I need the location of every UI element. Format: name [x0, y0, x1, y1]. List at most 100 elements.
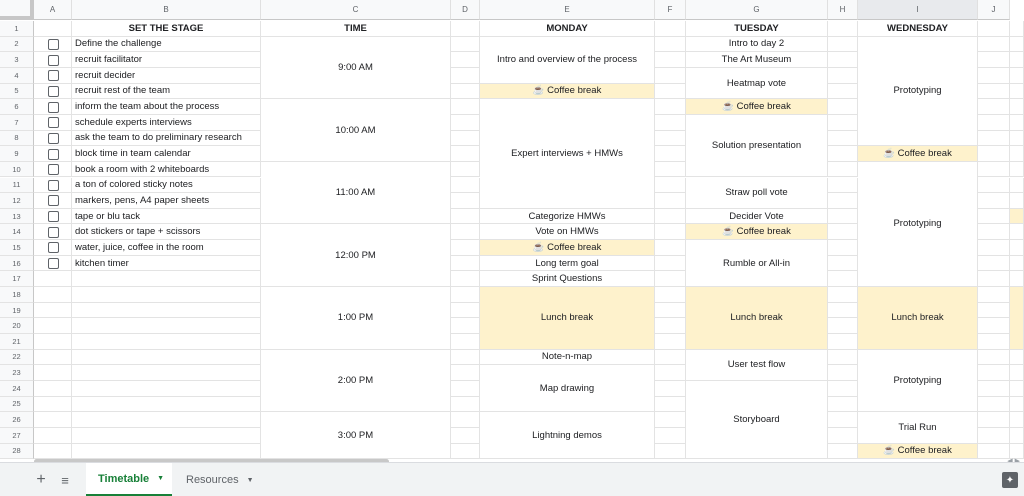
empty-cell[interactable]: [655, 146, 686, 162]
row-header-16[interactable]: 16: [0, 255, 34, 272]
empty-cell[interactable]: [978, 380, 1010, 397]
tuesday-user-test-flow[interactable]: User test flow: [686, 349, 828, 381]
empty-cell[interactable]: [978, 52, 1010, 68]
row-header-24[interactable]: 24: [0, 380, 34, 397]
empty-cell[interactable]: [451, 396, 480, 413]
empty-cell[interactable]: [978, 271, 1010, 288]
row-header-22[interactable]: 22: [0, 349, 34, 366]
empty-cell[interactable]: [828, 287, 858, 303]
checklist-item[interactable]: water, juice, coffee in the room: [72, 240, 261, 256]
empty-cell[interactable]: [451, 349, 480, 366]
empty-cell[interactable]: [1010, 99, 1024, 115]
empty-cell[interactable]: [828, 114, 858, 131]
empty-cell[interactable]: [655, 396, 686, 413]
all-sheets-menu-icon[interactable]: ≡: [54, 463, 76, 496]
checkbox[interactable]: [47, 242, 59, 254]
empty-cell[interactable]: [655, 318, 686, 334]
empty-cell[interactable]: [1010, 21, 1024, 37]
empty-cell[interactable]: [828, 271, 858, 288]
empty-cell[interactable]: [978, 427, 1010, 444]
checklist-item[interactable]: recruit facilitator: [72, 52, 261, 68]
checklist-item[interactable]: ask the team to do preliminary research: [72, 130, 261, 147]
row-header-4[interactable]: 4: [0, 67, 34, 84]
row-header-10[interactable]: 10: [0, 161, 34, 178]
empty-cell[interactable]: [451, 302, 480, 319]
empty-cell[interactable]: [978, 114, 1010, 131]
empty-cell[interactable]: [655, 302, 686, 319]
empty-cell[interactable]: [655, 427, 686, 444]
empty-cell[interactable]: [655, 130, 686, 147]
empty-cell[interactable]: [978, 177, 1010, 194]
checklist-item[interactable]: a ton of colored sticky notes: [72, 177, 261, 194]
empty-cell[interactable]: [451, 130, 480, 147]
empty-cell[interactable]: [655, 161, 686, 178]
empty-cell[interactable]: [34, 365, 72, 381]
empty-cell[interactable]: [655, 208, 686, 225]
tuesday-coffee-break[interactable]: ☕ Coffee break: [686, 99, 828, 115]
add-sheet-button[interactable]: +: [30, 463, 52, 496]
tuesday-lunch-break[interactable]: Lunch break: [686, 287, 828, 350]
row-header-14[interactable]: 14: [0, 224, 34, 241]
empty-cell[interactable]: [72, 302, 261, 319]
row-header-15[interactable]: 15: [0, 240, 34, 256]
time-slot[interactable]: 3:00 PM: [261, 412, 451, 460]
header-set-the-stage[interactable]: SET THE STAGE: [72, 21, 261, 37]
empty-cell[interactable]: [828, 99, 858, 115]
empty-cell[interactable]: [655, 99, 686, 115]
empty-cell[interactable]: [828, 380, 858, 397]
empty-cell[interactable]: [828, 443, 858, 460]
empty-cell[interactable]: [978, 349, 1010, 366]
empty-cell[interactable]: [1010, 349, 1024, 366]
row-header-7[interactable]: 7: [0, 114, 34, 131]
empty-cell[interactable]: [978, 302, 1010, 319]
checkbox[interactable]: [47, 101, 59, 113]
spreadsheet-grid[interactable]: ABCDEFGHIJ 1 2 3 4 5 6 7 8 9 10 11 12 13 14 15 16 17 18 19…: [0, 0, 1024, 462]
empty-cell[interactable]: [1010, 161, 1024, 178]
empty-cell[interactable]: [34, 412, 72, 428]
checkbox[interactable]: [47, 132, 59, 144]
empty-cell[interactable]: [72, 271, 261, 288]
empty-cell[interactable]: [655, 443, 686, 460]
row-header-26[interactable]: 26: [0, 412, 34, 428]
checkbox[interactable]: [47, 148, 59, 160]
empty-cell[interactable]: [655, 177, 686, 194]
empty-cell[interactable]: [1010, 52, 1024, 68]
wednesday-coffee-break[interactable]: ☕ Coffee break: [858, 443, 978, 460]
empty-cell[interactable]: [451, 114, 480, 131]
empty-cell[interactable]: [655, 365, 686, 381]
tuesday-coffee-break[interactable]: ☕ Coffee break: [686, 224, 828, 241]
empty-cell[interactable]: [451, 208, 480, 225]
empty-cell[interactable]: [451, 146, 480, 162]
empty-cell[interactable]: [1010, 380, 1024, 397]
empty-cell[interactable]: [451, 177, 480, 194]
empty-cell[interactable]: [451, 287, 480, 303]
row-header-21[interactable]: 21: [0, 334, 34, 350]
tuesday-art-museum[interactable]: The Art Museum: [686, 52, 828, 68]
wednesday-coffee-break[interactable]: ☕ Coffee break: [858, 146, 978, 162]
empty-cell[interactable]: [34, 396, 72, 413]
empty-cell[interactable]: [655, 193, 686, 209]
empty-cell[interactable]: [978, 193, 1010, 209]
highlight-cell[interactable]: [1010, 208, 1024, 225]
empty-cell[interactable]: [828, 396, 858, 413]
empty-cell[interactable]: [828, 302, 858, 319]
row-header-18[interactable]: 18: [0, 287, 34, 303]
empty-cell[interactable]: [828, 21, 858, 37]
wednesday-prototyping[interactable]: Prototyping: [858, 349, 978, 413]
empty-cell[interactable]: [451, 365, 480, 381]
checkbox[interactable]: [47, 117, 59, 129]
checklist-item[interactable]: inform the team about the process: [72, 99, 261, 115]
empty-cell[interactable]: [34, 380, 72, 397]
tuesday-storyboard[interactable]: Storyboard: [686, 380, 828, 460]
empty-cell[interactable]: [978, 161, 1010, 178]
tab-resources[interactable]: Resources ▼: [174, 463, 262, 496]
empty-cell[interactable]: [828, 334, 858, 350]
empty-cell[interactable]: [978, 240, 1010, 256]
empty-cell[interactable]: [451, 21, 480, 37]
column-header-i[interactable]: I: [858, 0, 978, 20]
empty-cell[interactable]: [828, 52, 858, 68]
row-header-28[interactable]: 28: [0, 443, 34, 460]
empty-cell[interactable]: [451, 52, 480, 68]
empty-cell[interactable]: [1010, 255, 1024, 272]
checkbox[interactable]: [47, 195, 59, 207]
